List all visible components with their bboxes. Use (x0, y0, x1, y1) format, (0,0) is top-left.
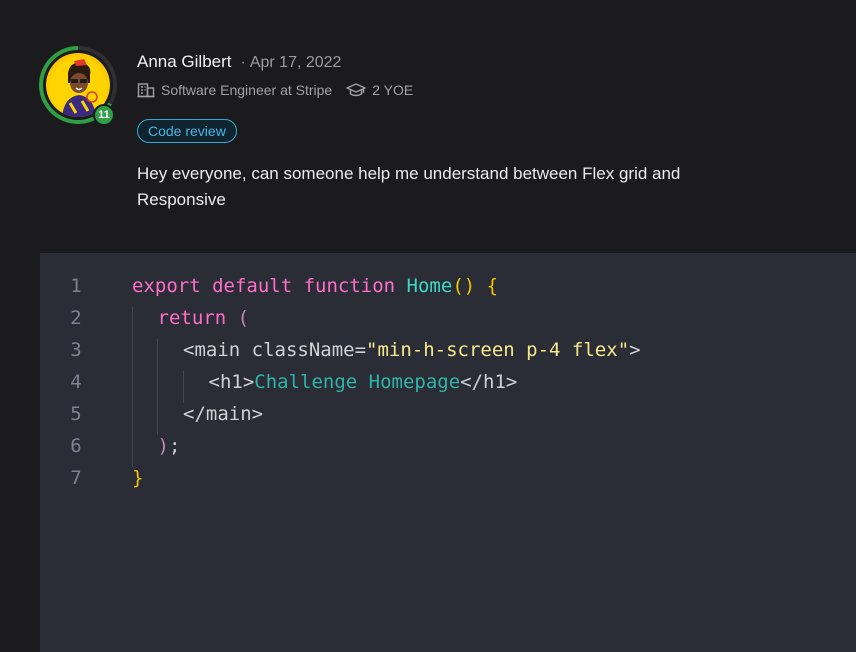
tag-code-review[interactable]: Code review (137, 119, 237, 143)
code-line: 1 export default function Home() { (40, 270, 856, 302)
avatar[interactable]: 11 (39, 46, 117, 126)
code-token: () { (452, 275, 499, 297)
code-token: } (132, 467, 144, 489)
code-token: <h1> (208, 371, 255, 393)
author-meta: Software Engineer at Stripe 2 YOE (137, 82, 413, 98)
code-text: return ( (158, 307, 250, 329)
code-line: 3 <main className="min-h-screen p-4 flex"… (40, 334, 856, 366)
line-number: 5 (70, 403, 82, 425)
code-text: <main className="min-h-screen p-4 flex"> (183, 339, 641, 361)
experience-label: 2 YOE (372, 82, 414, 98)
feed-post: 11 Anna Gilbert · Apr 17, 2022 Software … (0, 0, 856, 652)
code-token: <main className= (183, 339, 367, 361)
line-number: 7 (70, 467, 82, 489)
code-token: Challenge Homepage (254, 371, 461, 393)
line-number: 2 (70, 307, 82, 329)
code-text: </main> (183, 403, 263, 425)
code-line: 5 </main> (40, 398, 856, 430)
job-info: Software Engineer at Stripe (137, 82, 332, 98)
code-text: <h1>Challenge Homepage</h1> (209, 371, 518, 393)
post-header: Anna Gilbert · Apr 17, 2022 (137, 52, 341, 74)
job-title: Software Engineer at Stripe (161, 82, 333, 98)
line-number: 6 (70, 435, 82, 457)
code-token: return (157, 307, 238, 329)
code-token: Home (406, 275, 453, 297)
line-number: 3 (70, 339, 82, 361)
post-date: Apr 17, 2022 (249, 54, 342, 71)
author-name[interactable]: Anna Gilbert (137, 52, 232, 72)
separator: · (240, 54, 246, 71)
line-number: 4 (70, 371, 82, 393)
level-badge: 11 (93, 104, 115, 126)
code-token: ) (157, 435, 169, 457)
code-line: 2 return ( (40, 302, 856, 334)
code-token: </main> (183, 403, 264, 425)
code-line: 4 <h1>Challenge Homepage</h1> (40, 366, 856, 398)
code-token: "min-h-screen p-4 flex" (366, 339, 630, 361)
code-token: export default function (132, 275, 407, 297)
code-text: ); (158, 435, 181, 457)
code-token: ( (237, 307, 250, 329)
line-number: 1 (70, 275, 82, 297)
code-line: 7} (40, 462, 856, 494)
code-token: ; (168, 435, 181, 457)
experience-info: 2 YOE (346, 82, 413, 98)
code-token: </h1> (460, 371, 518, 393)
code-line: 6); (40, 430, 856, 462)
code-block: 1 export default function Home() { 2 return… (40, 253, 856, 652)
building-icon (137, 83, 155, 98)
code-text: } (132, 467, 143, 489)
graduation-cap-icon (346, 83, 366, 97)
code-token: > (629, 339, 641, 361)
post-body: Hey everyone, can someone help me unders… (137, 164, 681, 209)
code-text: export default function Home() { (132, 275, 498, 297)
